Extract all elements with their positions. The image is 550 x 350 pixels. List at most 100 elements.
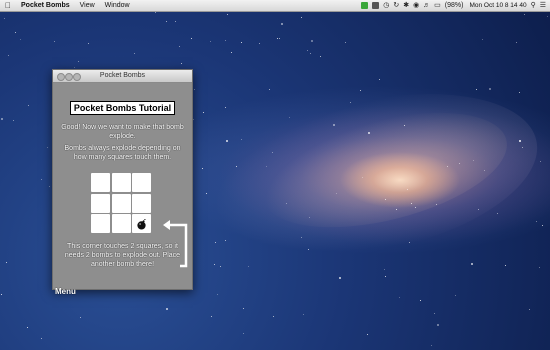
star <box>368 132 370 134</box>
window-titlebar[interactable]: Pocket Bombs <box>53 70 192 83</box>
star <box>243 308 244 309</box>
star <box>455 295 456 296</box>
volume-icon[interactable]: ♬ <box>423 0 430 11</box>
star <box>78 61 79 62</box>
board-cell[interactable] <box>111 193 131 213</box>
star <box>547 16 548 17</box>
star <box>41 179 42 180</box>
star <box>489 88 491 90</box>
apple-menu-icon[interactable]:  <box>0 1 16 10</box>
star <box>248 266 249 267</box>
board-cell[interactable] <box>91 193 110 213</box>
star <box>309 217 310 218</box>
wifi-icon[interactable]: ◉ <box>413 0 419 11</box>
star <box>225 240 226 241</box>
pocket-bombs-window: Pocket Bombs Pocket Bombs Tutorial Good!… <box>52 69 193 296</box>
star <box>266 166 267 167</box>
star <box>539 267 540 268</box>
star <box>524 14 525 15</box>
close-window-button[interactable] <box>57 72 65 81</box>
menu-bar:  Pocket Bombs View Window ◷ ↻ ✱ ◉ ♬ ▭ (… <box>0 0 550 12</box>
menu-button[interactable]: Menu <box>55 287 76 296</box>
star <box>411 203 412 204</box>
star <box>231 52 232 53</box>
star <box>1 294 2 295</box>
star <box>301 237 302 238</box>
star <box>367 334 368 335</box>
star <box>214 264 215 265</box>
star <box>289 117 290 118</box>
notification-list-icon[interactable]: ☰ <box>540 0 546 11</box>
star <box>20 39 21 40</box>
battery-icon[interactable]: ▭ <box>434 0 441 11</box>
star <box>241 42 242 43</box>
star <box>277 38 278 39</box>
star <box>241 139 242 140</box>
star <box>4 18 5 19</box>
board-cell[interactable] <box>132 193 151 213</box>
board-cell[interactable] <box>111 214 131 233</box>
star <box>536 221 537 222</box>
board-cell[interactable] <box>91 173 110 192</box>
star <box>516 42 517 43</box>
status-app-icon[interactable] <box>372 2 380 9</box>
star <box>385 199 386 200</box>
star <box>336 193 337 194</box>
star <box>333 124 335 126</box>
tutorial-panel: Pocket Bombs Tutorial Good! Now we want … <box>53 83 192 296</box>
star <box>404 125 405 126</box>
star <box>350 102 351 103</box>
star <box>15 32 16 33</box>
menu-app-name[interactable]: Pocket Bombs <box>16 0 75 11</box>
star <box>519 140 521 142</box>
star <box>484 170 485 171</box>
star <box>345 42 346 43</box>
menu-clock[interactable]: Mon Oct 10 8 14 40 <box>467 2 526 9</box>
star <box>437 324 439 326</box>
star <box>459 163 460 164</box>
timemachine-icon[interactable]: ◷ <box>383 0 389 11</box>
menu-view[interactable]: View <box>75 0 100 11</box>
star <box>320 56 321 57</box>
star <box>179 46 180 47</box>
star <box>434 313 435 314</box>
star <box>360 90 361 91</box>
star <box>379 79 380 80</box>
star <box>286 203 287 204</box>
sync-icon[interactable]: ↻ <box>393 0 399 11</box>
board-cell[interactable] <box>132 173 151 192</box>
star <box>1 118 3 120</box>
star <box>339 277 341 279</box>
star <box>471 263 473 265</box>
star <box>409 242 410 243</box>
star <box>420 300 421 301</box>
star <box>540 161 541 162</box>
star <box>281 23 283 25</box>
board-cell[interactable] <box>111 173 131 192</box>
star <box>225 107 226 108</box>
tutorial-title: Pocket Bombs Tutorial <box>71 102 174 114</box>
bluetooth-icon[interactable]: ✱ <box>403 0 409 11</box>
star <box>41 338 42 339</box>
star <box>28 105 29 106</box>
menu-window[interactable]: Window <box>100 0 135 11</box>
zoom-window-button[interactable] <box>73 72 81 81</box>
star <box>166 308 168 310</box>
star <box>308 249 309 250</box>
star <box>542 225 543 226</box>
minimize-window-button[interactable] <box>65 72 73 81</box>
spotlight-icon[interactable]: ⚲ <box>531 0 536 11</box>
star <box>54 41 55 42</box>
board-cell[interactable] <box>91 214 110 233</box>
star <box>279 38 280 39</box>
status-green-icon[interactable] <box>361 2 369 9</box>
star <box>384 269 385 270</box>
board-cell[interactable] <box>132 214 151 233</box>
star <box>399 297 400 298</box>
star <box>272 152 273 153</box>
star <box>259 43 260 44</box>
star <box>473 160 474 161</box>
star <box>362 177 363 178</box>
star <box>175 21 176 22</box>
star <box>301 17 302 18</box>
